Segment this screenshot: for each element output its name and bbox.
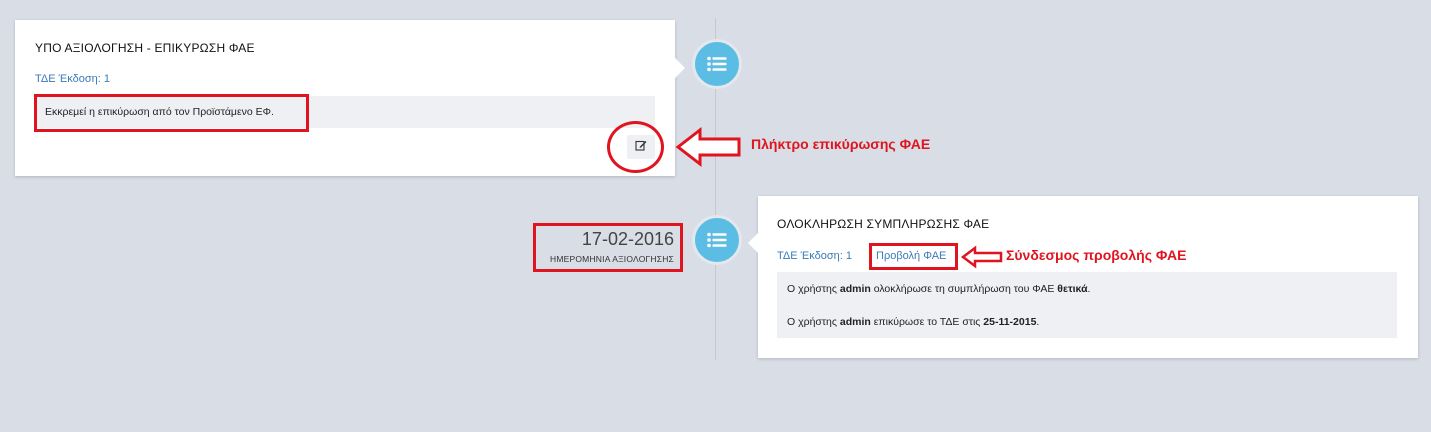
validation-message: Ο χρήστης admin επικύρωσε το ΤΔΕ στις 25… [787, 316, 1040, 328]
version-link[interactable]: ΤΔΕ Έκδοση: 1 [35, 73, 110, 85]
version-link[interactable]: ΤΔΕ Έκδοση: 1 [777, 250, 852, 262]
timeline-list-icon [692, 39, 742, 89]
annotation-arrow-left-icon [675, 126, 741, 168]
annotation-label-view-link: Σύνδεσμος προβολής ΦΑΕ [1006, 247, 1187, 263]
annotation-box-date [533, 223, 683, 272]
annotation-circle-validate-button [607, 121, 664, 173]
annotation-box-pending-message [34, 94, 309, 132]
timeline-list-icon [692, 215, 742, 265]
card-title: ΥΠΟ ΑΞΙΟΛΟΓΗΣΗ - ΕΠΙΚΥΡΩΣΗ ΦΑΕ [35, 41, 255, 55]
card-title: ΟΛΟΚΛΗΡΩΣΗ ΣΥΜΠΛΗΡΩΣΗΣ ΦΑΕ [777, 217, 990, 231]
annotation-box-view-link [869, 243, 958, 270]
annotation-arrow-left-icon [960, 245, 1003, 269]
message-box: Ο χρήστης admin ολοκλήρωσε τη συμπλήρωση… [777, 272, 1397, 338]
completion-message: Ο χρήστης admin ολοκλήρωσε τη συμπλήρωση… [787, 283, 1091, 295]
annotation-label-validate-button: Πλήκτρο επικύρωσης ΦΑΕ [751, 136, 931, 152]
timeline-card-completed: ΟΛΟΚΛΗΡΩΣΗ ΣΥΜΠΛΗΡΩΣΗΣ ΦΑΕ ΤΔΕ Έκδοση: 1… [748, 196, 1418, 358]
